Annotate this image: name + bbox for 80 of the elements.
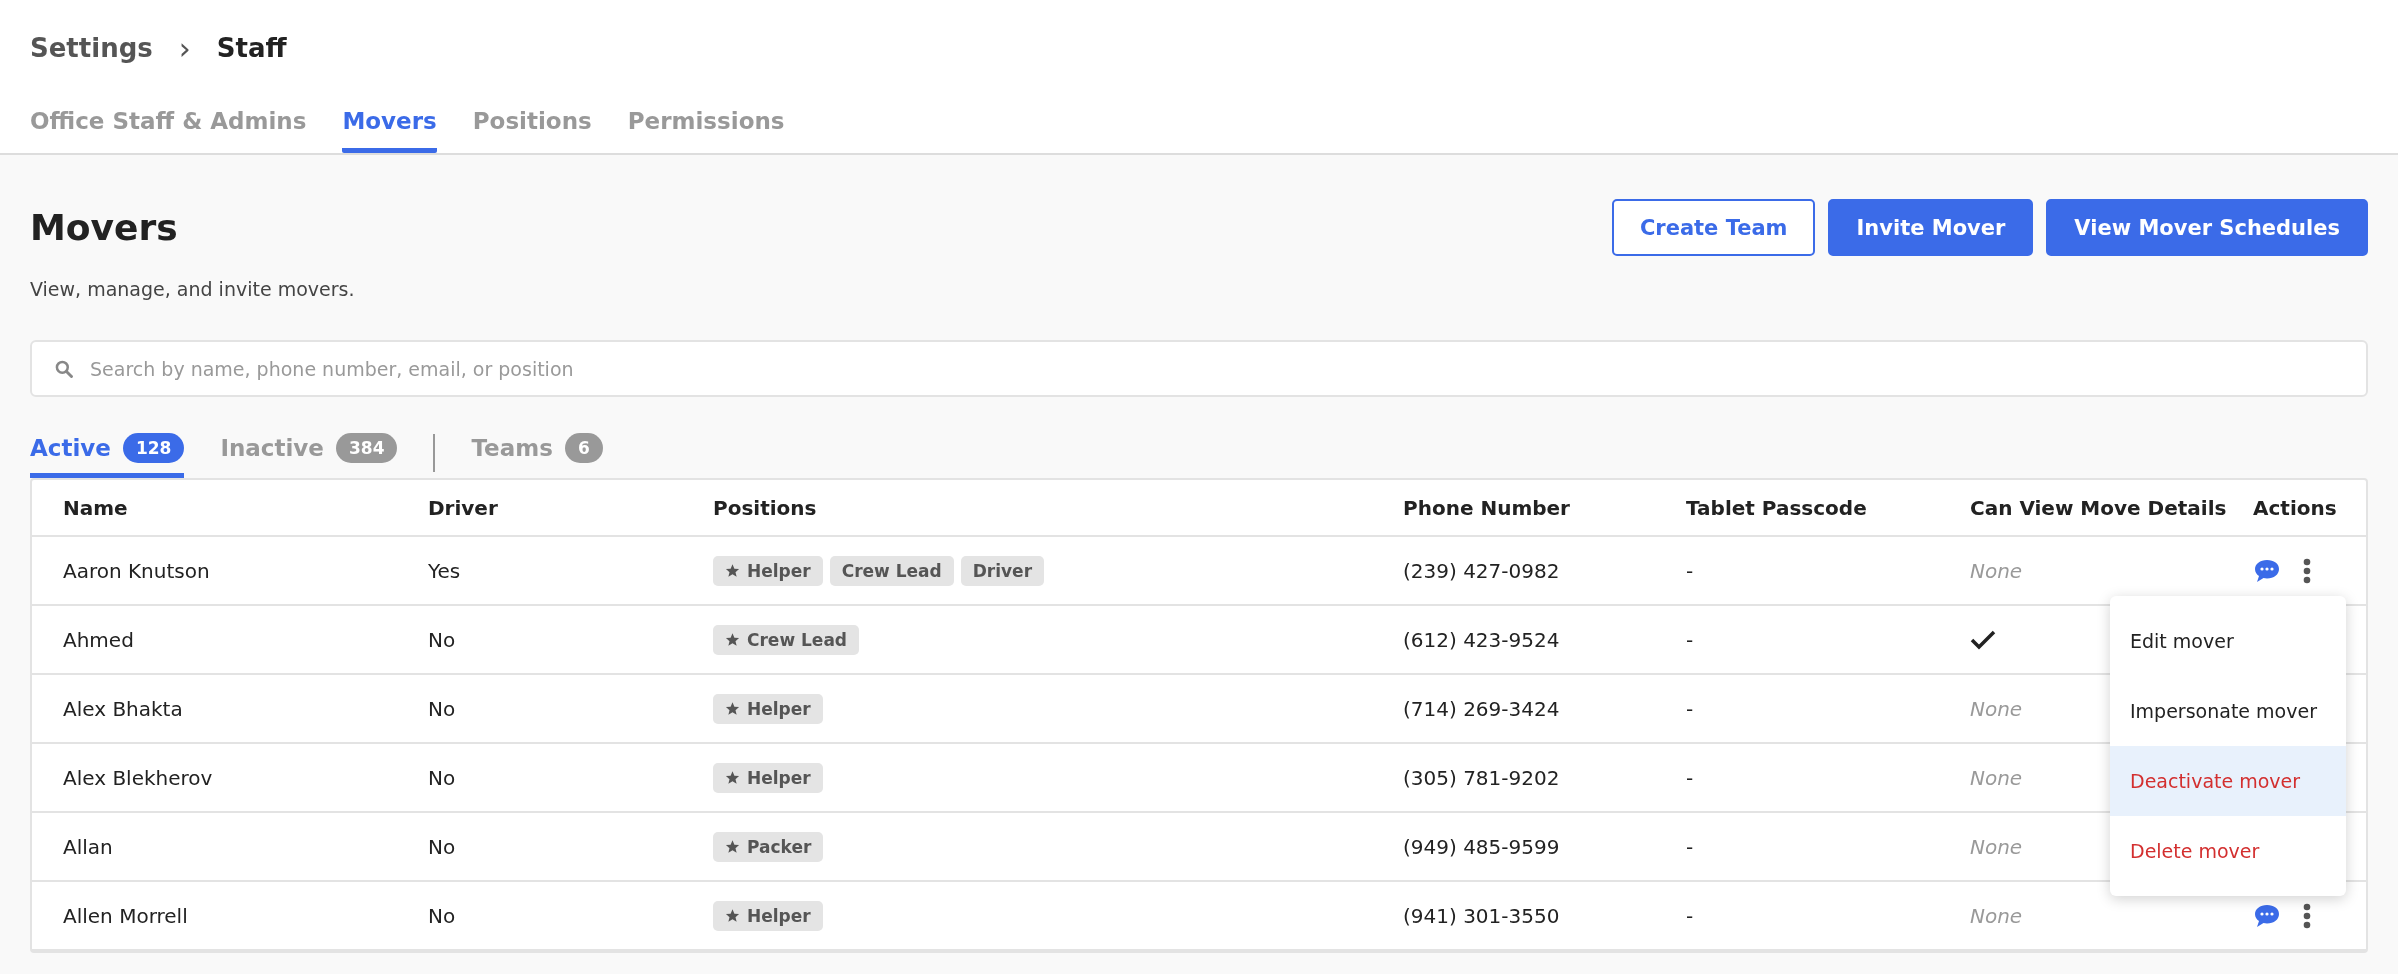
status-tab[interactable]: Inactive 384 [220, 427, 398, 478]
status-tab[interactable]: Teams 6 [471, 427, 603, 478]
status-tab-label: Teams [471, 435, 553, 461]
passcode-cell: - [1686, 903, 1694, 928]
none-text: None [1970, 834, 2023, 859]
star-icon [725, 908, 740, 923]
driver-cell: No [428, 696, 456, 721]
name-cell: Aaron Knutson [63, 558, 210, 583]
driver-cell: No [428, 834, 456, 859]
chat-icon[interactable] [2253, 557, 2281, 584]
breadcrumb-current: Staff [216, 33, 287, 63]
position-tag: Helper [713, 900, 823, 931]
count-badge: 384 [335, 433, 398, 463]
column-header: Positions [713, 495, 818, 520]
breadcrumb-separator: › [178, 30, 191, 66]
none-text: None [1970, 765, 2023, 790]
phone-cell: (239) 427-0982 [1403, 558, 1560, 583]
star-icon [725, 563, 740, 578]
more-icon[interactable] [2303, 557, 2311, 584]
name-cell: Allen Morrell [63, 903, 188, 928]
column-header: Tablet Passcode [1686, 495, 1868, 520]
passcode-cell: - [1686, 627, 1694, 652]
tab[interactable]: Movers [342, 102, 437, 153]
chat-icon[interactable] [2253, 902, 2281, 929]
count-badge: 6 [564, 433, 603, 463]
primary-button[interactable]: Invite Mover [1828, 199, 2034, 256]
name-cell: Alex Blekherov [63, 765, 213, 790]
star-icon [725, 632, 740, 647]
status-tab-label: Active [30, 435, 111, 461]
driver-cell: No [428, 627, 456, 652]
driver-cell: No [428, 903, 456, 928]
none-text: None [1970, 903, 2023, 928]
none-text: None [1970, 696, 2023, 721]
position-tag: Helper [713, 693, 823, 724]
position-tag: Crew Lead [829, 555, 954, 586]
driver-cell: No [428, 765, 456, 790]
none-text: None [1970, 558, 2023, 583]
column-header: Name [63, 495, 129, 520]
position-tag: Packer [713, 831, 824, 862]
name-cell: Alex Bhakta [63, 696, 183, 721]
menu-item[interactable]: Deactivate mover [2110, 746, 2346, 816]
phone-cell: (612) 423-9524 [1403, 627, 1560, 652]
name-cell: Allan [63, 834, 113, 859]
page-title: Movers [30, 207, 178, 248]
count-badge: 128 [122, 433, 185, 463]
search-icon [54, 359, 74, 379]
position-tag: Helper [713, 762, 823, 793]
passcode-cell: - [1686, 765, 1694, 790]
phone-cell: (941) 301-3550 [1403, 903, 1560, 928]
star-icon [725, 839, 740, 854]
tab[interactable]: Permissions [627, 102, 785, 153]
passcode-cell: - [1686, 696, 1694, 721]
star-icon [725, 770, 740, 785]
passcode-cell: - [1686, 558, 1694, 583]
phone-cell: (305) 781-9202 [1403, 765, 1560, 790]
position-tag: Driver [960, 555, 1045, 586]
column-header: Can View Move Details [1970, 495, 2228, 520]
tab[interactable]: Office Staff & Admins [30, 102, 307, 153]
menu-item[interactable]: Edit mover [2110, 606, 2346, 676]
column-header: Driver [428, 495, 499, 520]
phone-cell: (949) 485-9599 [1403, 834, 1560, 859]
name-cell: Ahmed [63, 627, 134, 652]
position-tag: Crew Lead [713, 624, 860, 655]
phone-cell: (714) 269-3424 [1403, 696, 1560, 721]
driver-cell: Yes [428, 558, 461, 583]
passcode-cell: - [1686, 834, 1694, 859]
star-icon [725, 701, 740, 716]
tab[interactable]: Positions [472, 102, 592, 153]
menu-item[interactable]: Impersonate mover [2110, 676, 2346, 746]
column-header: Phone Number [1403, 495, 1571, 520]
menu-item[interactable]: Delete mover [2110, 816, 2346, 886]
column-header: Actions [2253, 495, 2338, 520]
page-subtitle: View, manage, and invite movers. [30, 278, 356, 300]
more-icon[interactable] [2303, 902, 2311, 929]
position-tag: Helper [713, 555, 823, 586]
search-field[interactable]: Search by name, phone number, email, or position [30, 340, 2368, 397]
breadcrumb-link[interactable]: Settings [30, 33, 153, 63]
status-tab-label: Inactive [220, 435, 324, 461]
primary-button[interactable]: View Mover Schedules [2046, 199, 2368, 256]
outline-button[interactable]: Create Team [1611, 199, 1816, 256]
